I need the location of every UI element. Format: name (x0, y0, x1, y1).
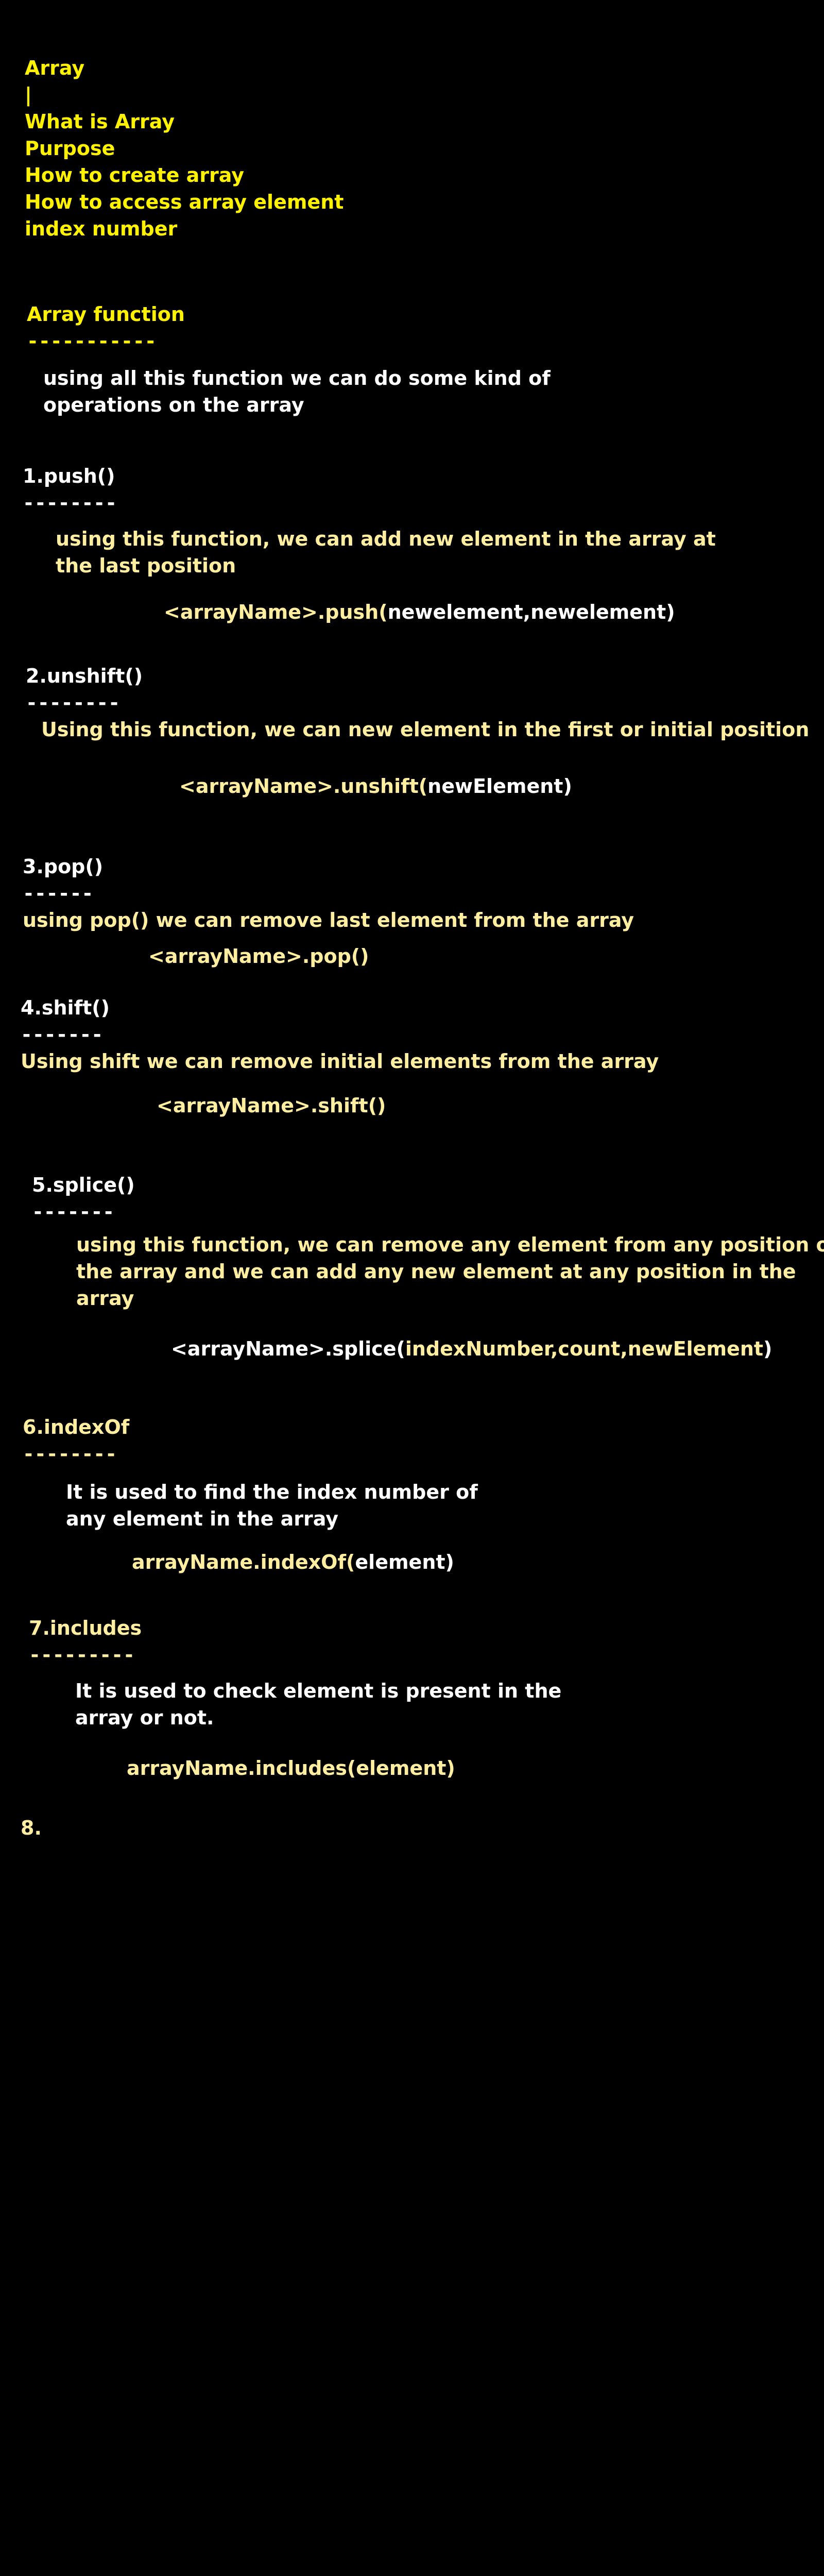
code-part: <arrayName>.splice( (171, 1337, 405, 1360)
intro-item: What is Array (25, 110, 175, 133)
intro-item: How to access array element (25, 191, 344, 213)
intro-item: Purpose (25, 137, 115, 160)
section-heading-array-function: Array function (27, 303, 185, 326)
section-description: using this function, we can remove any e… (76, 1233, 824, 1256)
intro-item: How to create array (25, 164, 244, 187)
intro-bar: | (25, 83, 32, 106)
code-syntax-indexof: arrayName.indexOf(element) (132, 1549, 454, 1575)
section-heading-pop: 3.pop() (23, 855, 104, 878)
code-syntax-shift: <arrayName>.shift() (157, 1094, 386, 1117)
code-part: newelement,newelement) (387, 601, 675, 623)
code-part: <arrayName>.push( (164, 601, 388, 623)
code-part: element) (355, 1551, 454, 1573)
section-heading-push: 1.push() (23, 465, 115, 487)
heading-underline: --------- (29, 1643, 135, 1666)
code-syntax-push: <arrayName>.push(newelement,newelement) (164, 599, 675, 625)
code-part: newElement) (427, 775, 572, 798)
section-description: Using shift we can remove initial elemen… (21, 1050, 659, 1073)
section-description: the last position (56, 554, 236, 577)
code-syntax-pop: <arrayName>.pop() (148, 945, 369, 968)
section-description: the array and we can add any new element… (76, 1260, 796, 1283)
section-description: array or not. (75, 1706, 214, 1729)
section-heading-includes: 7.includes (29, 1617, 142, 1639)
heading-underline: ------ (23, 882, 94, 905)
section-description: using pop() we can remove last element f… (23, 909, 634, 931)
section-heading-splice: 5.splice() (32, 1174, 135, 1196)
section-description: any element in the array (66, 1507, 338, 1530)
section-description: using all this function we can do some k… (43, 367, 551, 389)
code-part: indexNumber,count,newElement (405, 1337, 764, 1360)
section-heading-indexof: 6.indexOf (23, 1416, 130, 1438)
heading-underline: ------- (32, 1200, 115, 1223)
section-description: It is used to check element is present i… (75, 1680, 562, 1702)
section-heading-eight: 8. (21, 1817, 42, 1839)
code-syntax-includes: arrayName.includes(element) (127, 1757, 455, 1780)
heading-underline: -------- (26, 691, 121, 714)
section-description: It is used to find the index number of (66, 1481, 478, 1503)
heading-underline: ----------- (27, 330, 157, 352)
section-description: using this function, we can add new elem… (56, 528, 716, 550)
heading-underline: -------- (23, 1443, 117, 1465)
intro-item: index number (25, 217, 178, 240)
section-heading-shift: 4.shift() (21, 996, 110, 1019)
section-description: operations on the array (43, 394, 304, 416)
code-part: <arrayName>.unshift( (179, 775, 428, 798)
section-heading-unshift: 2.unshift() (26, 665, 143, 687)
heading-underline: ------- (21, 1023, 104, 1046)
section-description: array (76, 1287, 134, 1310)
code-part: ) (763, 1337, 772, 1360)
intro-title: Array (25, 57, 85, 79)
intro-block: Array | What is Array Purpose How to cre… (25, 55, 344, 242)
heading-underline: -------- (23, 492, 117, 514)
code-syntax-splice: <arrayName>.splice(indexNumber,count,new… (171, 1335, 772, 1362)
code-syntax-unshift: <arrayName>.unshift(newElement) (179, 773, 572, 800)
code-part: arrayName.indexOf( (132, 1551, 355, 1573)
section-description: Using this function, we can new element … (41, 718, 810, 741)
